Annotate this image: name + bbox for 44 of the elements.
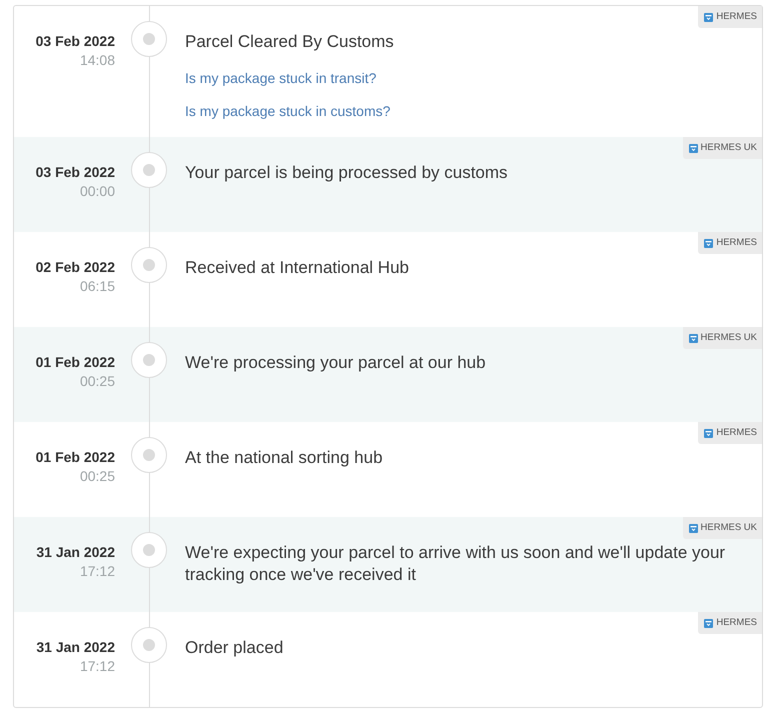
event-date: 31 Jan 2022 bbox=[35, 543, 115, 562]
carrier-name: HERMES UK bbox=[700, 331, 757, 345]
logo-icon bbox=[688, 144, 698, 152]
logo-icon bbox=[704, 238, 714, 248]
carrier-name: HERMES UK bbox=[700, 141, 757, 155]
event-time: 14:08 bbox=[78, 51, 115, 70]
help-link[interactable]: Is my package stuck in transit? bbox=[185, 68, 376, 88]
timeline-dot-icon bbox=[131, 342, 167, 378]
event-title: We're expecting your parcel to arrive with us soon and we'll update your tracking once we've received it bbox=[185, 542, 726, 586]
carrier-name: HERMES bbox=[716, 236, 757, 250]
logo-icon bbox=[688, 334, 698, 342]
event-time: 17:12 bbox=[78, 657, 115, 676]
event-time: 00:00 bbox=[78, 182, 115, 201]
event-title: Order placed bbox=[185, 637, 284, 659]
help-link[interactable]: Is my package stuck in customs? bbox=[185, 101, 390, 121]
logo-icon bbox=[704, 428, 714, 438]
event-title: Parcel Cleared By Customs bbox=[185, 31, 395, 53]
event-date: 02 Feb 2022 bbox=[34, 258, 115, 277]
timeline-dot-icon bbox=[131, 532, 167, 568]
carrier-name: HERMES bbox=[716, 10, 757, 24]
event-title: At the national sorting hub bbox=[185, 447, 384, 469]
logo-icon bbox=[704, 12, 714, 22]
timeline-dot-icon bbox=[131, 247, 167, 283]
carrier-name: HERMES bbox=[716, 616, 757, 630]
event-title: Your parcel is being processed by customs bbox=[185, 162, 509, 184]
timeline-dot-icon bbox=[131, 627, 167, 663]
event-date: 03 Feb 2022 bbox=[34, 32, 115, 51]
event-date: 03 Feb 2022 bbox=[34, 163, 115, 182]
event-time: 00:25 bbox=[78, 467, 115, 486]
event-time: 06:15 bbox=[78, 277, 115, 296]
event-title: Received at International Hub bbox=[185, 257, 410, 279]
logo-icon bbox=[688, 524, 698, 532]
event-date: 01 Feb 2022 bbox=[34, 353, 115, 372]
timeline-dot-icon bbox=[131, 21, 167, 57]
event-time: 17:12 bbox=[78, 562, 115, 581]
logo-icon bbox=[704, 618, 714, 628]
event-title: We're processing your parcel at our hub bbox=[185, 352, 487, 374]
event-date: 31 Jan 2022 bbox=[35, 638, 115, 657]
carrier-name: HERMES UK bbox=[700, 521, 757, 535]
timeline-dot-icon bbox=[131, 152, 167, 188]
event-time: 00:25 bbox=[78, 372, 115, 391]
event-date: 01 Feb 2022 bbox=[34, 448, 115, 467]
carrier-name: HERMES bbox=[716, 426, 757, 440]
timeline-dot-icon bbox=[131, 437, 167, 473]
